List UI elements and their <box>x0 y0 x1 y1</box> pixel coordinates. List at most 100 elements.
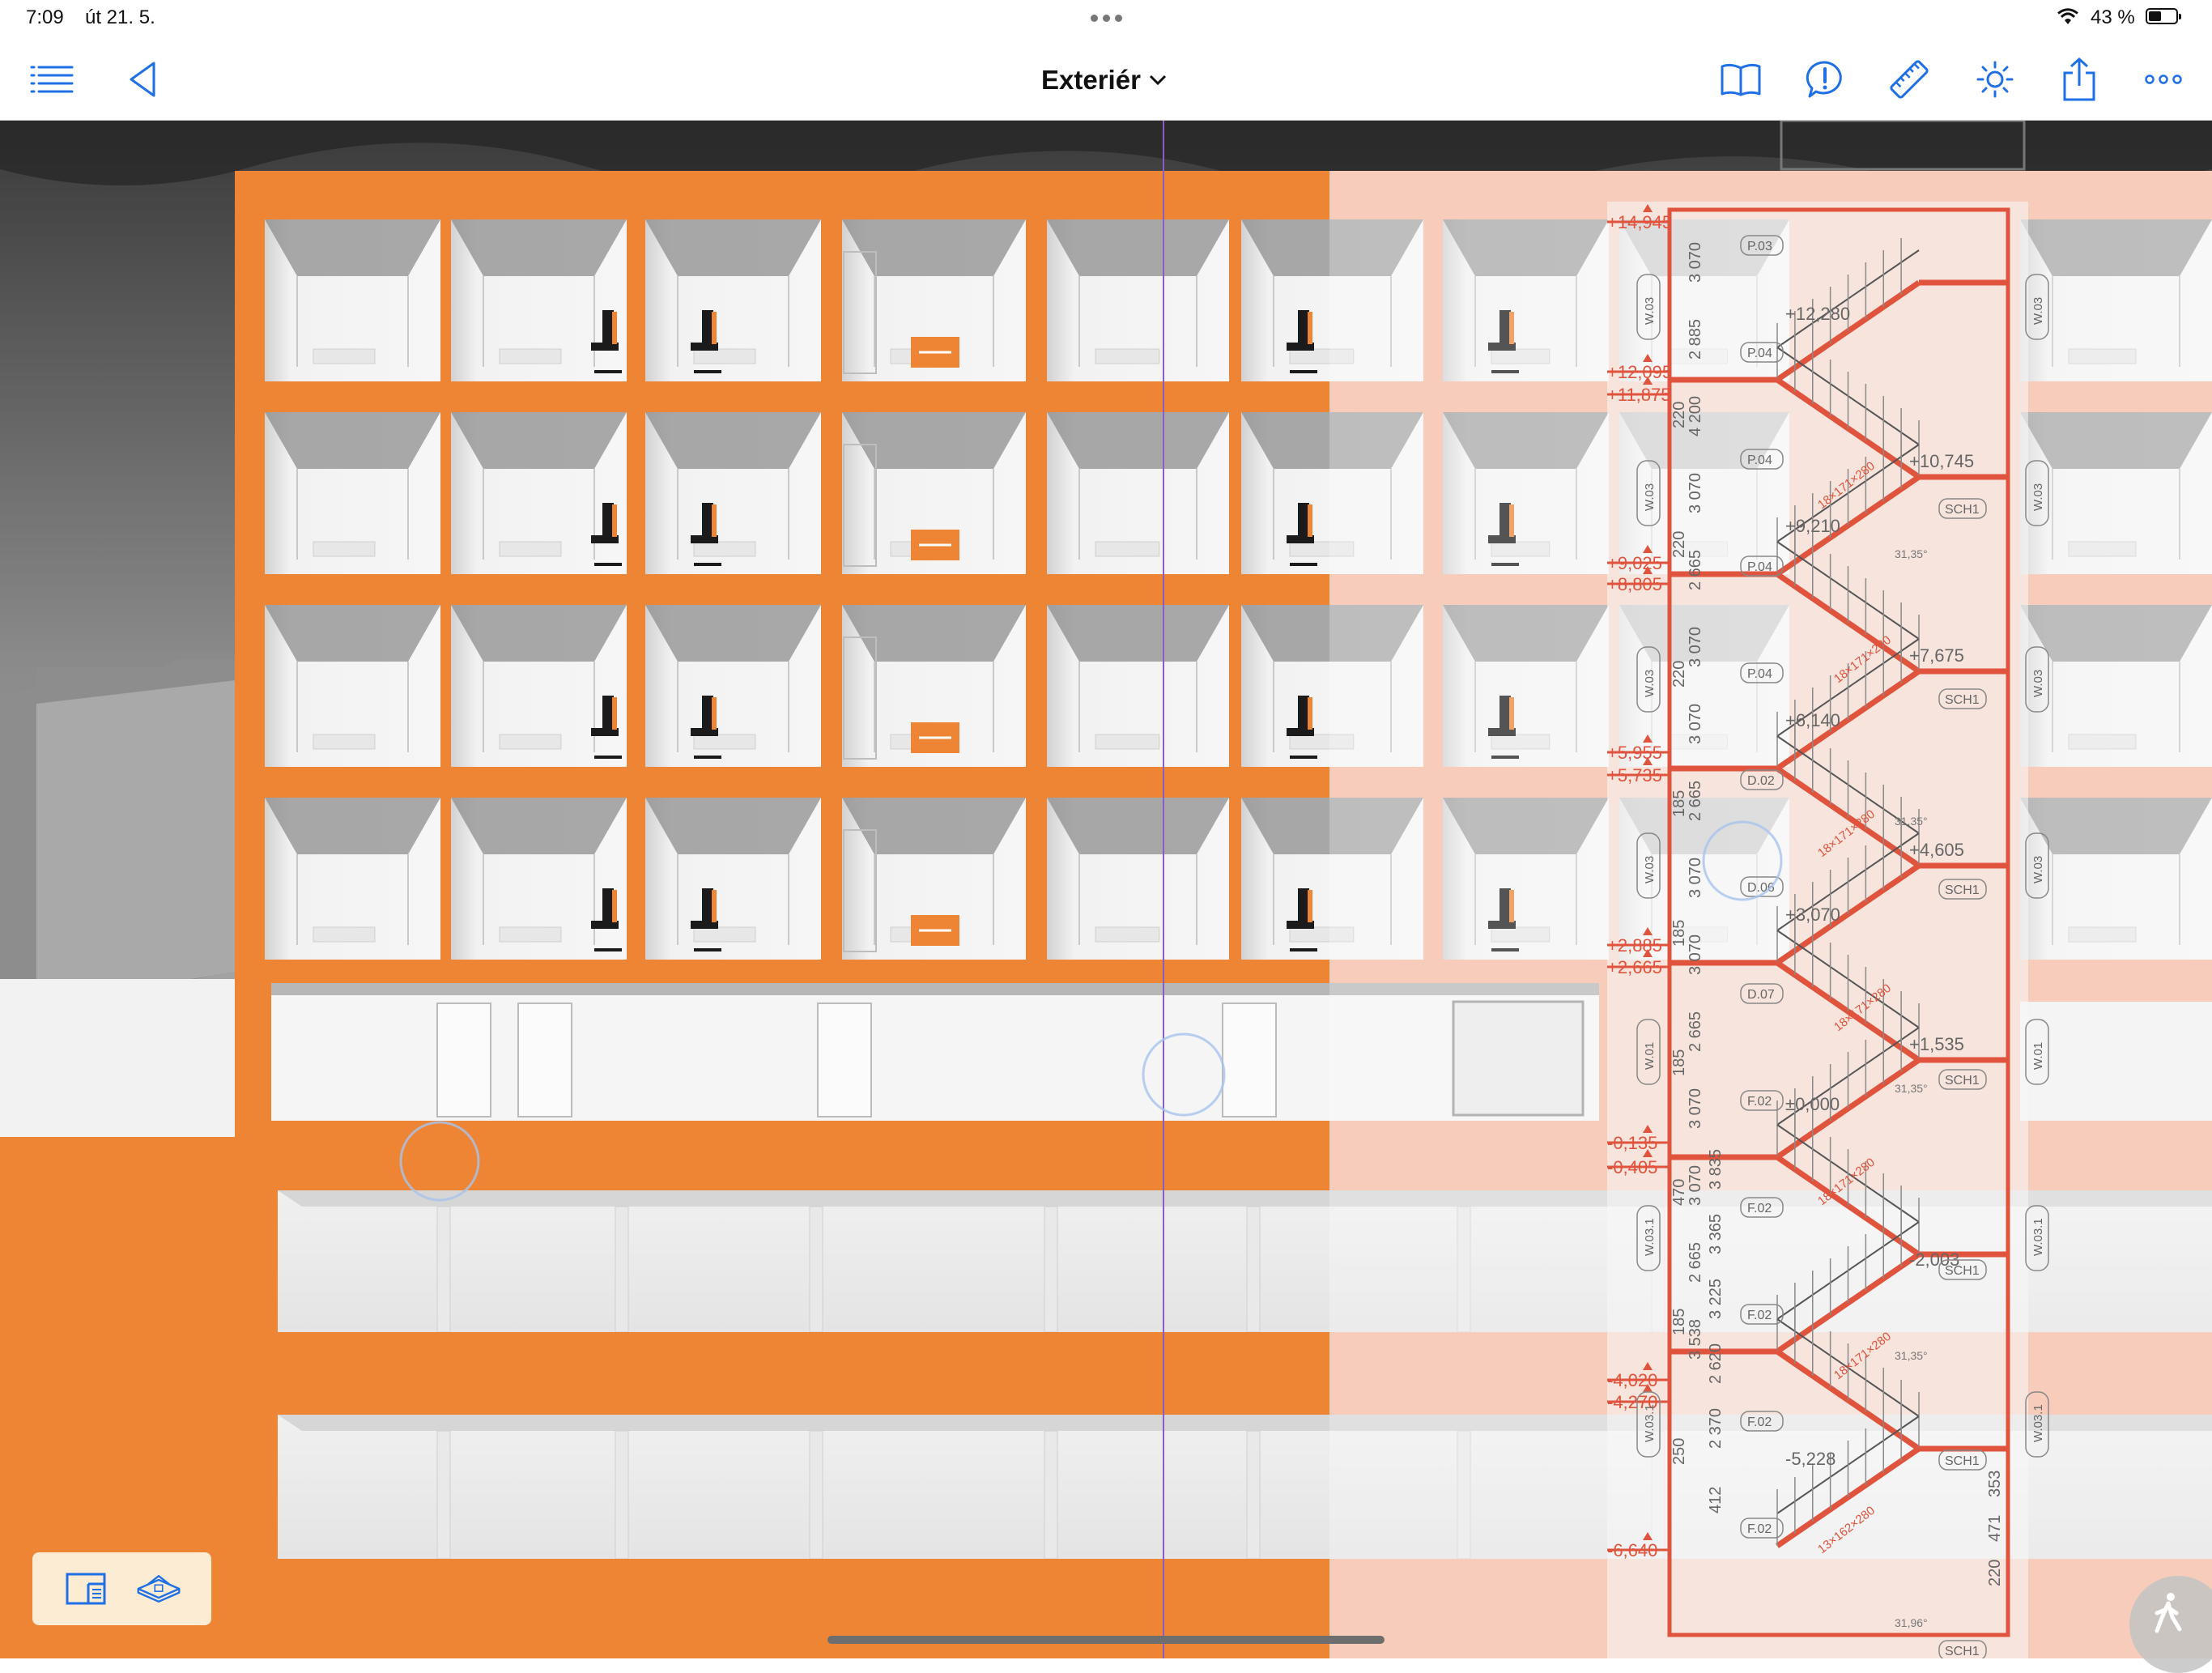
plan-view-button[interactable] <box>62 1564 110 1613</box>
dimension-label: 3 538 <box>1687 1319 1704 1360</box>
walk-mode-button[interactable] <box>2129 1576 2212 1673</box>
room <box>1047 605 1229 767</box>
column <box>809 1430 823 1560</box>
walk-icon <box>2155 1593 2182 1633</box>
ground-white <box>0 979 243 1141</box>
elevation-label: +5,735 <box>1607 765 1662 785</box>
wifi-icon <box>2057 8 2078 24</box>
angle-label: 31,35° <box>1895 815 1928 828</box>
bed <box>499 541 562 557</box>
neighbor-building-face <box>36 679 243 1003</box>
list-button[interactable] <box>29 57 74 102</box>
alert-button[interactable] <box>1802 57 1848 102</box>
room <box>842 219 1026 381</box>
stair-tag-label: SCH1 <box>1945 1074 1980 1088</box>
share-button[interactable] <box>2057 57 2102 102</box>
list-icon <box>30 66 74 93</box>
view-mode-switcher <box>32 1552 211 1625</box>
landing-level-label: -5,228 <box>1785 1449 1836 1469</box>
dimension-label: 220 <box>1986 1560 2004 1586</box>
sun-button[interactable] <box>1972 57 2018 102</box>
column <box>1044 1206 1058 1333</box>
room <box>451 798 627 960</box>
wall-tag-label: W.03 <box>1643 856 1657 883</box>
dimension-label: 471 <box>1986 1515 2004 1542</box>
bed <box>1095 734 1160 750</box>
slab <box>235 1121 1329 1190</box>
room <box>1047 219 1229 381</box>
measure-button[interactable] <box>1887 57 1932 102</box>
status-bar: 7:09 út 21. 5. 43 % <box>0 0 2212 39</box>
wall-tag-label: W.03 <box>2031 297 2045 325</box>
room-tag-label: F.02 <box>1747 1202 1772 1215</box>
column <box>1044 1430 1058 1560</box>
dimension-label: 185 <box>1670 920 1688 947</box>
dimension-label: 3 070 <box>1687 858 1704 898</box>
dimension-label: 2 665 <box>1687 1242 1704 1283</box>
landing-level-label: +10,745 <box>1909 451 1974 471</box>
angle-label: 31,35° <box>1895 1082 1928 1095</box>
column <box>615 1206 629 1333</box>
dimension-label: 3 070 <box>1687 627 1704 667</box>
stair-tag-label: SCH1 <box>1945 1645 1980 1658</box>
door <box>517 1003 572 1117</box>
elevation-label: +2,665 <box>1607 957 1662 977</box>
stair-tag-label: SCH1 <box>1945 693 1980 707</box>
more-icon <box>2145 74 2182 84</box>
share-icon <box>2063 57 2095 101</box>
elevation-label: +12,095 <box>1607 362 1672 382</box>
battery-icon <box>2146 8 2181 24</box>
room-tag-label: P.04 <box>1747 453 1772 467</box>
landing-level-label: +6,140 <box>1785 710 1840 730</box>
more-button[interactable] <box>2141 57 2186 102</box>
book-icon <box>1721 63 1761 96</box>
elevation-label: +5,955 <box>1607 743 1662 763</box>
wall-tag-label: W.03.1 <box>1643 1218 1657 1256</box>
stair-section-drawing: +14,945+12,095+11,875+9,025+8,805+5,955+… <box>1607 121 2049 1658</box>
chevron-down-icon <box>1149 74 1166 86</box>
dimension-label: 3 070 <box>1687 934 1704 975</box>
room <box>451 605 627 767</box>
elevation-label: -6,640 <box>1607 1540 1657 1560</box>
view-title-dropdown[interactable]: Exteriér <box>1041 65 1167 96</box>
back-button[interactable] <box>120 57 165 102</box>
elevation-label: -4,020 <box>1607 1370 1657 1390</box>
elevation-label: -0,405 <box>1607 1157 1657 1177</box>
wall-tag-label: W.01 <box>1643 1042 1657 1070</box>
dimension-label: 220 <box>1670 531 1688 558</box>
room <box>265 412 440 574</box>
dimension-label: 2 665 <box>1687 781 1704 821</box>
column <box>809 1206 823 1333</box>
dimension-label: 3 365 <box>1707 1214 1725 1254</box>
stair-tag-label: SCH1 <box>1945 1454 1980 1468</box>
room <box>265 798 440 960</box>
ruler-icon <box>1890 60 1929 99</box>
room <box>645 219 821 381</box>
multitask-dots-icon[interactable] <box>1088 11 1125 26</box>
back-icon <box>130 62 155 97</box>
room-tag-label: P.04 <box>1747 560 1772 574</box>
wall-tag-label: W.03 <box>2031 856 2045 883</box>
elevation-label: +2,885 <box>1607 935 1662 956</box>
room <box>265 605 440 767</box>
room-tag-label: F.02 <box>1747 1522 1772 1536</box>
dimension-label: 220 <box>1670 402 1688 428</box>
building-section-render[interactable]: +14,945+12,095+11,875+9,025+8,805+5,955+… <box>0 121 2212 1658</box>
3d-view-button[interactable] <box>134 1564 183 1613</box>
room <box>1047 798 1229 960</box>
book-button[interactable] <box>1718 57 1763 102</box>
home-indicator[interactable] <box>827 1636 1385 1644</box>
column <box>1246 1430 1261 1560</box>
bed <box>1095 541 1160 557</box>
bed <box>499 348 562 364</box>
dimension-label: 412 <box>1707 1487 1725 1513</box>
section-viewport[interactable]: +14,945 +12,095 +11,875 +9,025 +8,805 +5,955 +… <box>0 121 2212 1658</box>
dimension-label: 2 620 <box>1707 1343 1725 1384</box>
dimension-label: 2 885 <box>1687 319 1704 360</box>
room <box>451 412 627 574</box>
status-date: út 21. 5. <box>85 6 155 28</box>
column <box>436 1206 451 1333</box>
bed <box>499 926 562 943</box>
bed <box>499 734 562 750</box>
dimension-label: 3 070 <box>1687 1088 1704 1129</box>
